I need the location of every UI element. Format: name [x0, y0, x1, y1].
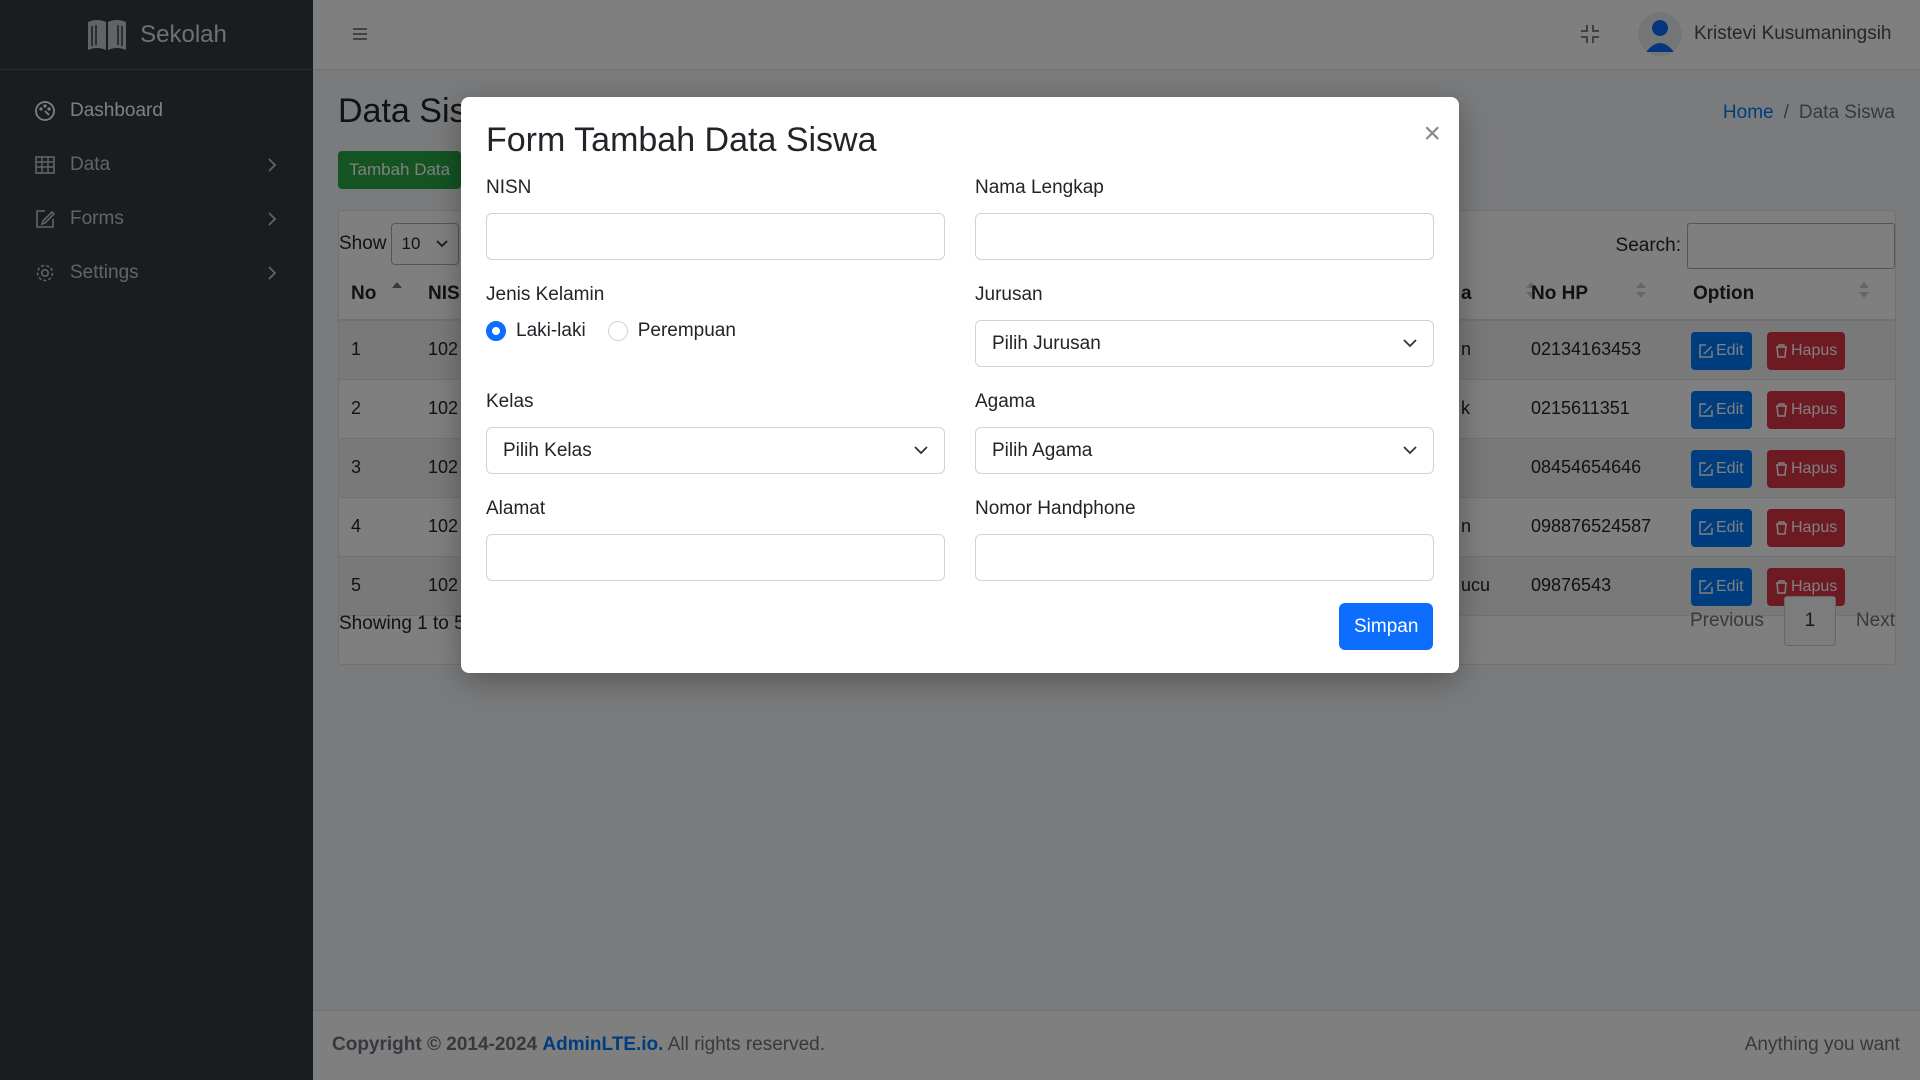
modal-title: Form Tambah Data Siswa	[486, 121, 877, 159]
alamat-label: Alamat	[486, 498, 546, 519]
nama-lengkap-input[interactable]	[975, 213, 1434, 260]
add-student-modal: Form Tambah Data Siswa × NISN Nama Lengk…	[461, 97, 1459, 673]
agama-group: Agama Pilih Agama	[975, 391, 1434, 474]
nisn-input[interactable]	[486, 213, 945, 260]
chevron-down-icon	[1403, 446, 1417, 455]
radio-label: Laki-laki	[516, 320, 586, 341]
radio-checked	[486, 321, 506, 341]
alamat-group: Alamat	[486, 498, 945, 581]
gender-radio-group: Laki-laki Perempuan	[486, 320, 945, 342]
radio-label: Perempuan	[637, 320, 736, 341]
alamat-input[interactable]	[486, 534, 945, 581]
nama-group: Nama Lengkap	[975, 177, 1434, 260]
hp-group: Nomor Handphone	[975, 498, 1434, 581]
gender-radio-laki[interactable]: Laki-laki	[486, 320, 586, 342]
gender-label: Jenis Kelamin	[486, 284, 605, 305]
chevron-down-icon	[914, 446, 928, 455]
nama-label: Nama Lengkap	[975, 177, 1104, 198]
kelas-select[interactable]: Pilih Kelas	[486, 427, 945, 474]
kelas-group: Kelas Pilih Kelas	[486, 391, 945, 474]
hp-label: Nomor Handphone	[975, 498, 1136, 519]
gender-group: Jenis Kelamin Laki-laki Perempuan	[486, 284, 945, 342]
jurusan-group: Jurusan Pilih Jurusan	[975, 284, 1434, 367]
nisn-label: NISN	[486, 177, 532, 198]
close-icon[interactable]: ×	[1423, 119, 1441, 149]
save-button[interactable]: Simpan	[1339, 603, 1434, 650]
nisn-group: NISN	[486, 177, 945, 260]
agama-value: Pilih Agama	[992, 439, 1093, 461]
chevron-down-icon	[1403, 339, 1417, 348]
gender-radio-perempuan[interactable]: Perempuan	[607, 320, 736, 342]
agama-select[interactable]: Pilih Agama	[975, 427, 1434, 474]
radio-unchecked	[607, 321, 628, 341]
jurusan-value: Pilih Jurusan	[992, 332, 1101, 354]
kelas-value: Pilih Kelas	[503, 439, 592, 461]
jurusan-label: Jurusan	[975, 284, 1043, 305]
kelas-label: Kelas	[486, 391, 534, 412]
nomor-handphone-input[interactable]	[975, 534, 1434, 581]
agama-label: Agama	[975, 391, 1036, 412]
jurusan-select[interactable]: Pilih Jurusan	[975, 320, 1434, 367]
